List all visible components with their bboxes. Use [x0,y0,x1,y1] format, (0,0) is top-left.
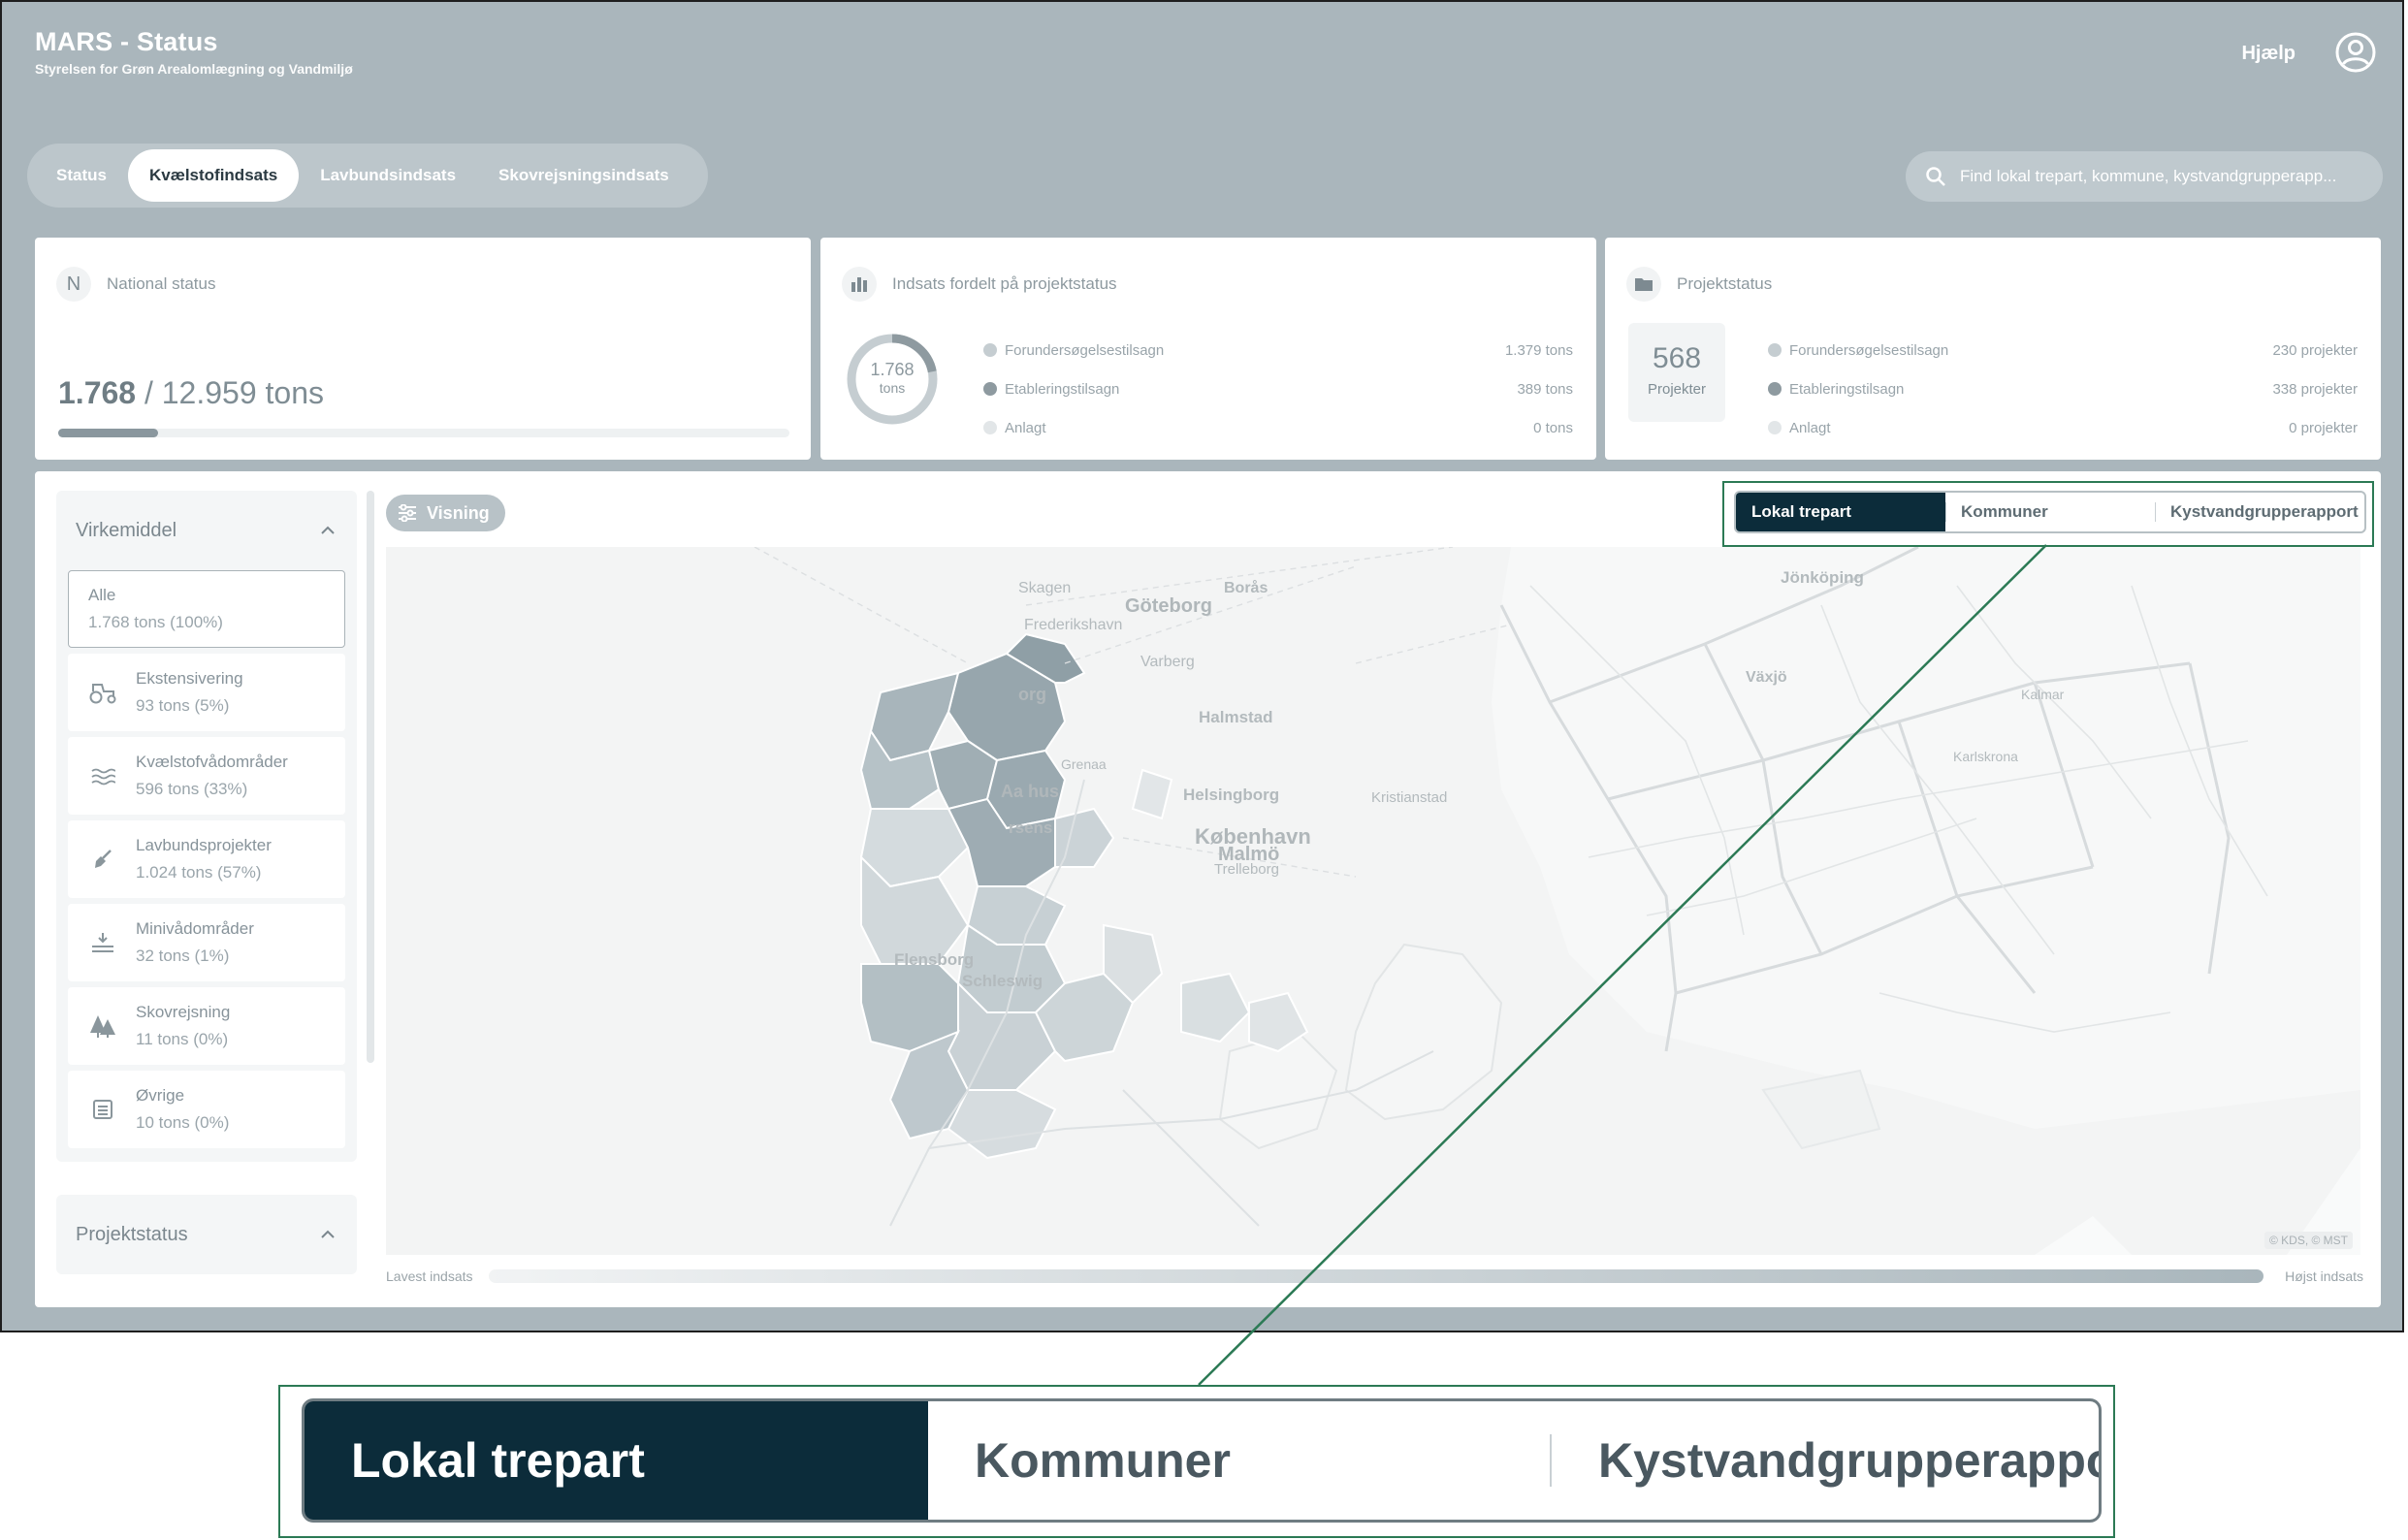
callout-leader-line [1198,544,2047,1386]
zoomed-segmented-control: Lokal trepart Kommuner Kystvandgrupperap… [302,1398,2102,1523]
zoom-segment-lokal-trepart: Lokal trepart [305,1401,928,1520]
zoom-callout: Lokal trepart Kommuner Kystvandgrupperap… [278,1385,2115,1538]
zoom-segment-kommuner: Kommuner [928,1401,1552,1520]
zoom-segment-kystvandgrupperapport: Kystvandgrupperapport [1598,1433,2102,1488]
